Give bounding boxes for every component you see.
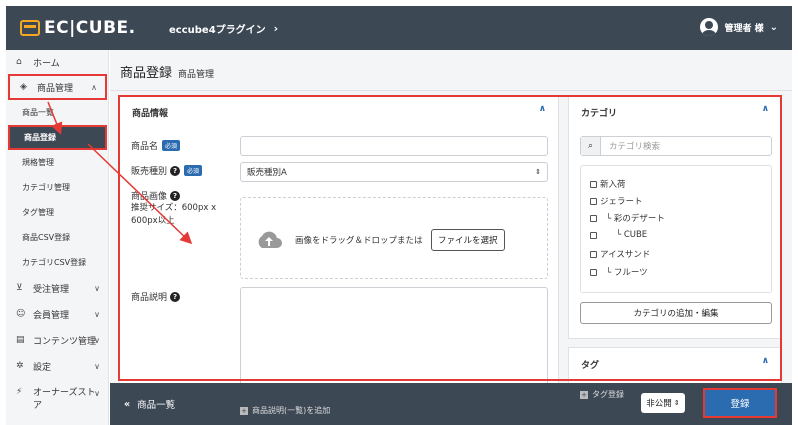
annotation-arrow-form [87,143,193,245]
annotation-arrow-menu [47,101,63,135]
annotation-arrows [47,101,193,245]
